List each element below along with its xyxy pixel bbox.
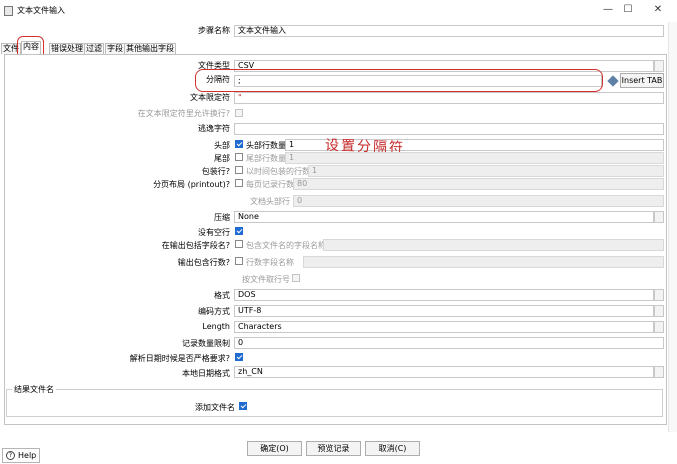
no-empty-checkbox[interactable] xyxy=(235,227,243,235)
paged-rows-label: 每页记录行数 xyxy=(246,180,294,189)
escape-label: 逃逸字符 xyxy=(198,124,230,133)
escape-break-label: 在文本限定符里允许换行? xyxy=(137,109,230,118)
step-name-input[interactable]: 文本文件输入 xyxy=(234,25,664,37)
include-rownum-label: 输出包含行数? xyxy=(177,258,230,267)
format-select[interactable]: DOS xyxy=(234,289,654,301)
limit-input[interactable]: 0 xyxy=(234,337,664,349)
close-button[interactable]: ✕ xyxy=(650,3,666,17)
add-filename-label: 添加文件名 xyxy=(195,403,235,412)
locale-select[interactable]: zh_CN xyxy=(234,366,654,378)
locale-label: 本地日期格式 xyxy=(182,369,230,378)
header-rows-label: 头部行数量 xyxy=(246,141,286,150)
result-filename-title: 结果文件名 xyxy=(12,384,56,395)
encoding-select[interactable]: UTF-8 xyxy=(234,305,654,317)
wrapped-checkbox[interactable] xyxy=(235,166,243,174)
title-bar: 文本文件输入 — ☐ ✕ xyxy=(0,0,677,22)
preview-button[interactable]: 预览记录 xyxy=(306,441,361,456)
help-button[interactable]: ? Help xyxy=(2,448,40,463)
window-scrollbar[interactable] xyxy=(668,22,677,432)
footer-checkbox[interactable] xyxy=(235,153,243,161)
wrapped-rows-input[interactable]: 1 xyxy=(308,165,664,177)
include-filename-checkbox[interactable] xyxy=(235,240,243,248)
footer-rows-label: 尾部行数量 xyxy=(246,154,286,163)
compression-label: 压缩 xyxy=(214,213,230,222)
minimize-button[interactable]: — xyxy=(600,3,616,17)
enclosure-label: 文本限定符 xyxy=(190,93,230,102)
include-rownum-field-label: 行数字段名称 xyxy=(246,258,294,267)
doc-header-input[interactable]: 0 xyxy=(293,195,664,207)
no-empty-label: 没有空行 xyxy=(198,228,230,237)
include-filename-label: 在输出包括字段名? xyxy=(161,241,230,250)
doc-header-label: 文档头部行 xyxy=(250,197,290,206)
separator-highlight xyxy=(195,69,603,92)
escape-input[interactable] xyxy=(234,123,664,135)
tab-filter[interactable]: 过滤 xyxy=(84,43,104,54)
paged-checkbox[interactable] xyxy=(235,179,243,187)
format-label: 格式 xyxy=(214,291,230,300)
paged-label: 分页布局 (printout)? xyxy=(153,180,230,189)
rownum-by-file-checkbox[interactable] xyxy=(292,274,300,282)
compression-select[interactable]: None xyxy=(234,211,654,223)
length-select[interactable]: Characters xyxy=(234,321,654,333)
tab-error-handling[interactable]: 错误处理 xyxy=(49,43,85,54)
paged-rows-input[interactable]: 80 xyxy=(293,178,664,190)
chevron-down-icon[interactable] xyxy=(654,366,664,378)
wrapped-rows-label: 以时间包装的行数 xyxy=(246,167,310,176)
document-icon xyxy=(4,6,13,16)
insert-tab-button[interactable]: Insert TAB xyxy=(620,73,664,88)
wrapped-label: 包装行? xyxy=(201,167,230,176)
include-filename-field-label: 包含文件名的字段名称 xyxy=(246,241,326,250)
question-circle-icon: ? xyxy=(6,451,15,460)
include-filename-input[interactable] xyxy=(323,239,664,251)
chevron-down-icon[interactable] xyxy=(654,211,664,223)
include-rownum-input[interactable] xyxy=(303,256,664,268)
maximize-button[interactable]: ☐ xyxy=(620,3,636,17)
limit-label: 记录数量限制 xyxy=(182,339,230,348)
header-label: 头部 xyxy=(214,141,230,150)
help-label: Help xyxy=(18,451,37,460)
enclosure-input[interactable]: " xyxy=(234,92,664,104)
result-filename-group xyxy=(6,389,663,417)
lenient-date-label: 解析日期时候是否严格要求? xyxy=(129,354,230,363)
step-name-label: 步骤名称 xyxy=(198,26,230,35)
ok-button[interactable]: 确定(O) xyxy=(247,441,302,456)
chevron-down-icon[interactable] xyxy=(654,60,664,72)
cancel-button[interactable]: 取消(C) xyxy=(365,441,420,456)
header-checkbox[interactable] xyxy=(235,140,243,148)
tab-fields[interactable]: 字段 xyxy=(105,43,125,54)
footer-label: 尾部 xyxy=(214,154,230,163)
escape-break-checkbox[interactable] xyxy=(235,109,243,117)
window-title: 文本文件输入 xyxy=(17,6,65,15)
chevron-down-icon[interactable] xyxy=(654,289,664,301)
lenient-date-checkbox[interactable] xyxy=(235,353,243,361)
include-rownum-checkbox[interactable] xyxy=(235,257,243,265)
footer-rows-input[interactable]: 1 xyxy=(285,152,664,164)
add-filename-checkbox[interactable] xyxy=(239,402,247,410)
length-label: Length xyxy=(202,322,230,331)
rownum-by-file-label: 按文件取行号 xyxy=(242,275,290,284)
encoding-label: 编码方式 xyxy=(198,307,230,316)
chevron-down-icon[interactable] xyxy=(654,321,664,333)
chevron-down-icon[interactable] xyxy=(654,305,664,317)
tab-other-output-fields[interactable]: 其他输出字段 xyxy=(124,43,176,54)
